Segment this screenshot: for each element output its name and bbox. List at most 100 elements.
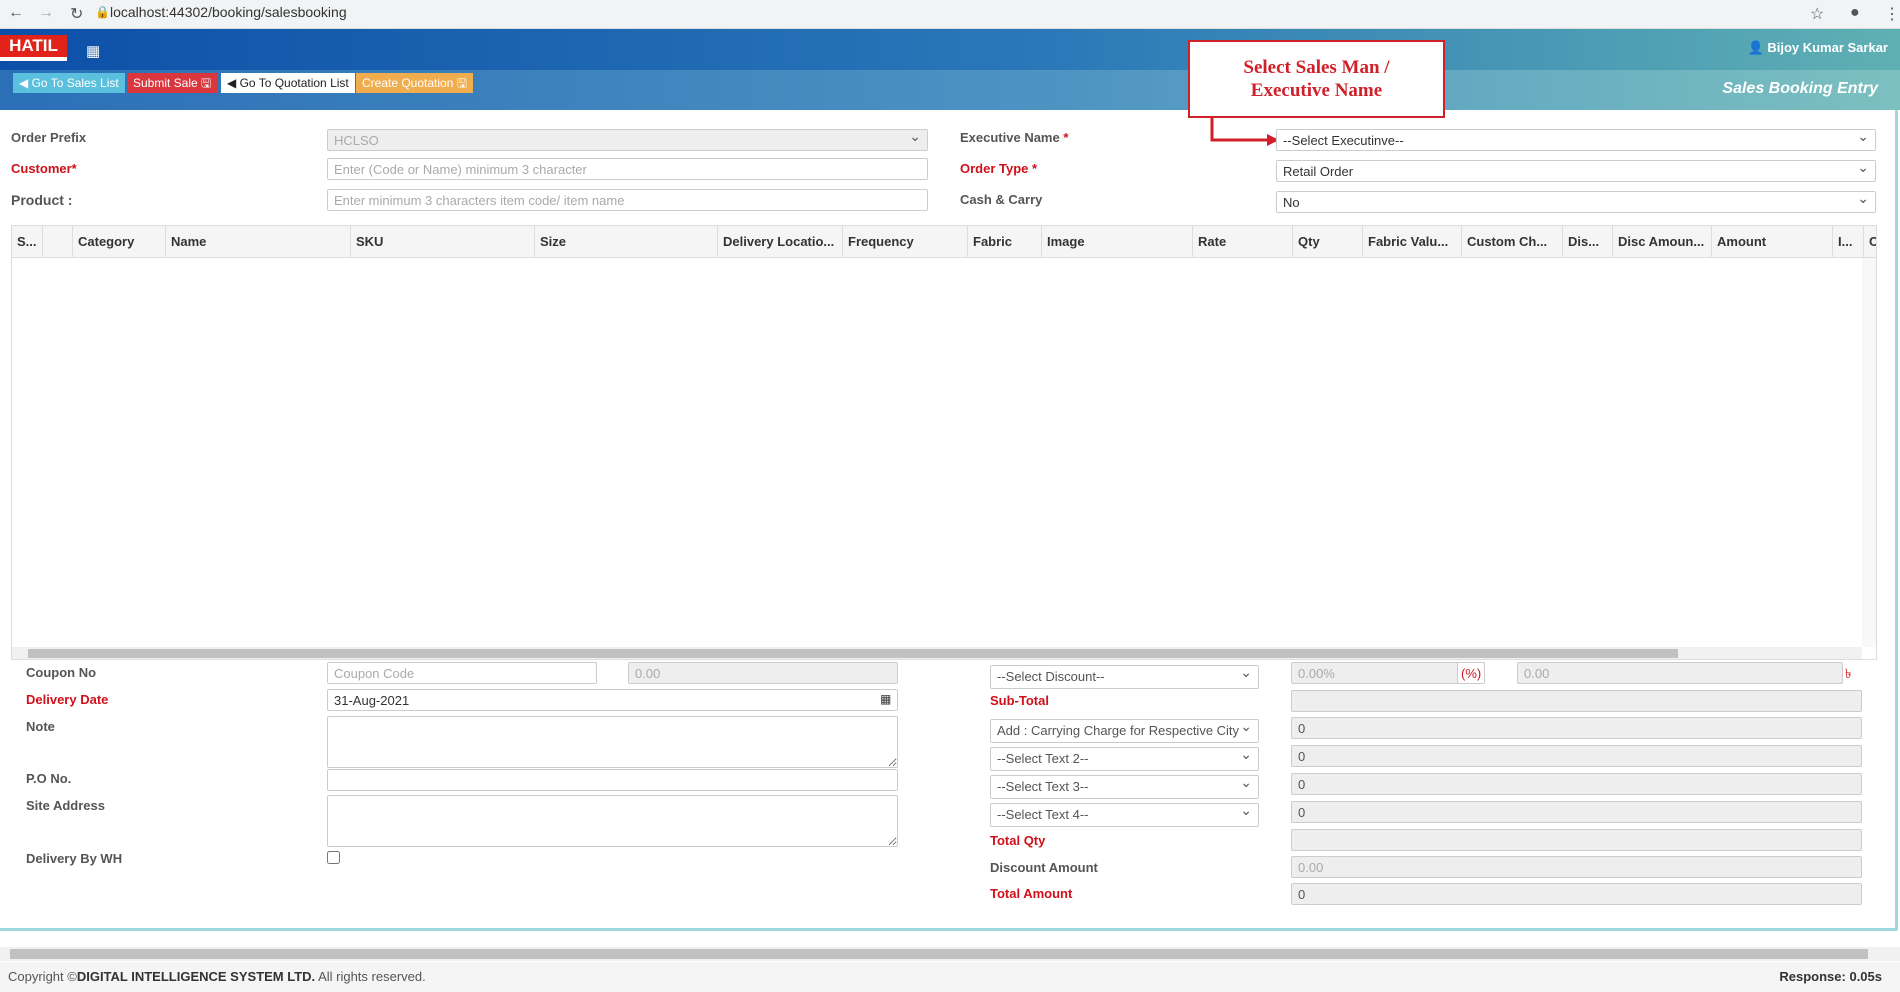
site-address-label: Site Address: [26, 798, 105, 813]
order-type-select[interactable]: Retail Order: [1276, 160, 1876, 182]
total-amount-label: Total Amount: [990, 886, 1073, 901]
button-label: Submit Sale: [133, 76, 198, 90]
create-quotation-button[interactable]: Create Quotation 🖫: [356, 73, 473, 93]
scroll-thumb[interactable]: [28, 649, 1678, 658]
annotation-line: Select Sales Man /: [1243, 57, 1390, 78]
order-type-label: Order Type *: [960, 161, 1038, 176]
po-label: P.O No.: [26, 771, 72, 786]
avatar-icon: 👤: [1747, 40, 1768, 55]
cash-carry-select[interactable]: No: [1276, 191, 1876, 213]
site-address-textarea[interactable]: [327, 795, 898, 847]
menu-icon[interactable]: ⋮: [1884, 4, 1900, 24]
column-header[interactable]: Fabric: [967, 226, 1041, 258]
go-to-quotation-list-button[interactable]: ◀ Go To Quotation List: [221, 73, 355, 93]
submit-sale-button[interactable]: Submit Sale 🖫: [127, 73, 218, 93]
text2-select[interactable]: --Select Text 2--: [990, 747, 1259, 771]
column-header[interactable]: Qty: [1292, 226, 1362, 258]
column-header[interactable]: Disc Amoun...: [1612, 226, 1711, 258]
column-header[interactable]: C: [1863, 226, 1876, 258]
carrying-charge-select[interactable]: Add : Carrying Charge for Respective Cit…: [990, 719, 1259, 743]
column-header[interactable]: Name: [165, 226, 350, 258]
discount-percent-input[interactable]: 0.00%: [1291, 662, 1459, 684]
text4-select[interactable]: --Select Text 4--: [990, 803, 1259, 827]
delivery-date-label: Delivery Date: [26, 692, 109, 707]
annotation-callout: Select Sales Man / Executive Name: [1188, 40, 1445, 118]
total-amount-value: 0: [1291, 883, 1862, 905]
coupon-label: Coupon No: [26, 665, 97, 680]
discount-select[interactable]: --Select Discount--: [990, 665, 1259, 689]
column-header[interactable]: Size: [534, 226, 717, 258]
column-header[interactable]: Category: [72, 226, 165, 258]
total-qty-value: [1291, 829, 1862, 851]
copyright-suffix: All rights reserved.: [315, 969, 426, 984]
total-qty-label: Total Qty: [990, 833, 1046, 848]
scroll-thumb[interactable]: [10, 949, 1868, 959]
carrying-charge-value[interactable]: 0: [1291, 717, 1862, 739]
column-header[interactable]: Custom Ch...: [1461, 226, 1562, 258]
column-header[interactable]: Image: [1041, 226, 1192, 258]
grid-vertical-scrollbar[interactable]: [1862, 258, 1876, 647]
subtotal-label: Sub-Total: [990, 693, 1049, 708]
column-header[interactable]: S...: [12, 226, 42, 258]
user-name: Bijoy Kumar Sarkar: [1767, 40, 1888, 55]
column-header[interactable]: SKU: [350, 226, 534, 258]
delivery-by-wh-checkbox[interactable]: [327, 851, 340, 864]
lock-icon: 🔒: [95, 5, 110, 19]
customer-label: Customer*: [11, 161, 77, 176]
browser-bar: ← → ↻ 🔒 localhost:44302/booking/salesboo…: [0, 0, 1900, 29]
delivery-by-wh-label: Delivery By WH: [26, 851, 123, 866]
discount-amount-value: 0.00: [1291, 856, 1862, 878]
text2-value[interactable]: 0: [1291, 745, 1862, 767]
column-header[interactable]: Rate: [1192, 226, 1292, 258]
subtotal-value: [1291, 690, 1862, 712]
column-header[interactable]: I...: [1832, 226, 1863, 258]
arrow-left-circle-icon: ◀: [19, 76, 32, 90]
logo[interactable]: HATIL: [0, 35, 67, 61]
order-prefix-select[interactable]: HCLSO: [327, 129, 928, 151]
button-label: Create Quotation: [362, 76, 454, 90]
calendar-icon[interactable]: ▦: [880, 692, 891, 706]
product-label: Product :: [11, 192, 73, 208]
text3-select[interactable]: --Select Text 3--: [990, 775, 1259, 799]
column-header[interactable]: Dis...: [1562, 226, 1612, 258]
arrow-left-circle-icon: ◀: [227, 76, 240, 90]
forward-icon[interactable]: →: [38, 4, 54, 22]
text4-value[interactable]: 0: [1291, 801, 1862, 823]
discount-value-input[interactable]: 0.00: [1517, 662, 1843, 684]
po-input[interactable]: [327, 769, 898, 791]
save-icon: 🖫: [197, 76, 212, 90]
executive-select[interactable]: --Select Executinve--: [1276, 129, 1876, 151]
user-menu[interactable]: 👤 Bijoy Kumar Sarkar: [1748, 40, 1888, 56]
text3-value[interactable]: 0: [1291, 773, 1862, 795]
note-textarea[interactable]: [327, 716, 898, 768]
back-icon[interactable]: ←: [8, 4, 24, 22]
column-header[interactable]: Amount: [1711, 226, 1832, 258]
customer-input[interactable]: Enter (Code or Name) minimum 3 character: [327, 158, 928, 180]
executive-name-label: Executive Name *: [960, 130, 1069, 145]
page-horizontal-scrollbar[interactable]: [0, 947, 1900, 961]
response-time: Response: 0.05s: [1779, 969, 1882, 984]
column-header[interactable]: Frequency: [842, 226, 967, 258]
footer: Copyright ©DIGITAL INTELLIGENCE SYSTEM L…: [0, 962, 1900, 992]
product-input[interactable]: Enter minimum 3 characters item code/ it…: [327, 189, 928, 211]
coupon-input[interactable]: Coupon Code: [327, 662, 597, 684]
go-to-sales-list-button[interactable]: ◀ Go To Sales List: [13, 73, 125, 93]
grid-horizontal-scrollbar[interactable]: [12, 647, 1862, 659]
panel-border: [1895, 110, 1898, 930]
column-header[interactable]: [42, 226, 72, 258]
star-icon[interactable]: ☆: [1810, 4, 1824, 24]
column-header[interactable]: Fabric Valu...: [1362, 226, 1461, 258]
profile-icon[interactable]: ●: [1850, 4, 1860, 22]
reload-icon[interactable]: ↻: [70, 4, 83, 24]
address-bar[interactable]: localhost:44302/booking/salesbooking: [110, 4, 347, 20]
apps-grid-icon[interactable]: ▦: [86, 42, 100, 60]
annotation-arrow: [1210, 118, 1279, 146]
page-title: Sales Booking Entry: [1722, 80, 1878, 97]
copyright-prefix: Copyright ©: [8, 969, 77, 984]
grid-header: S... Category Name SKU Size Delivery Locatio.…: [12, 226, 1876, 258]
delivery-date-input[interactable]: 31-Aug-2021: [327, 689, 898, 711]
button-label: Go To Quotation List: [239, 76, 349, 90]
annotation-line: Executive Name: [1250, 80, 1383, 101]
note-label: Note: [26, 719, 55, 734]
column-header[interactable]: Delivery Locatio...: [717, 226, 842, 258]
